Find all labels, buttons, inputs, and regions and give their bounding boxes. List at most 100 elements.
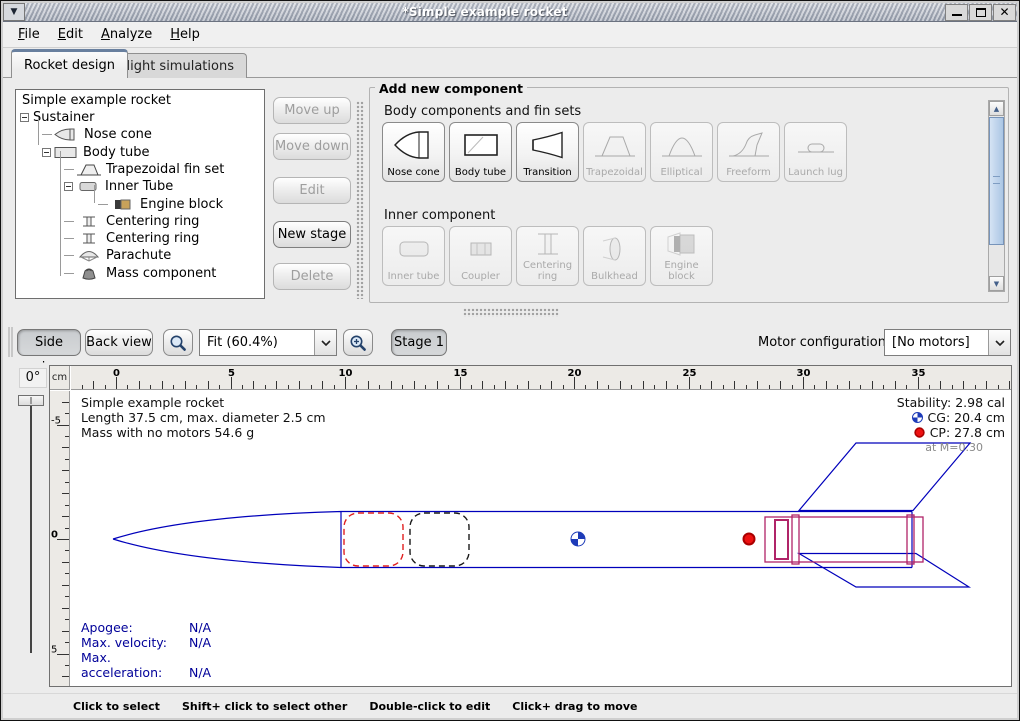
flight-data-row: Apogee:N/A xyxy=(81,620,211,635)
tree-item-parachute[interactable]: Parachute xyxy=(64,247,171,264)
add-engine-block-button[interactable]: Engine block xyxy=(650,226,713,286)
component-button-label: Transition xyxy=(523,168,571,179)
menu-edit[interactable]: Edit xyxy=(49,24,92,45)
horizontal-splitter[interactable] xyxy=(463,308,559,317)
nose-cone-icon xyxy=(392,123,436,168)
zoom-in-button[interactable] xyxy=(343,329,373,356)
svg-text:-5: -5 xyxy=(51,416,61,427)
component-button-label: Engine block xyxy=(664,261,698,282)
tree-item-centering-ring[interactable]: Centering ring xyxy=(64,213,199,230)
collapse-icon[interactable] xyxy=(64,182,73,191)
rotation-slider-track[interactable] xyxy=(30,401,32,653)
vertical-splitter[interactable] xyxy=(356,101,364,299)
mach-condition: at M=0.30 xyxy=(897,440,1005,455)
cp-marker xyxy=(744,534,755,545)
close-button[interactable]: ✕ xyxy=(993,4,1016,21)
edit-button[interactable]: Edit xyxy=(273,177,351,204)
tree-guide-stub xyxy=(64,255,74,256)
component-scrollbar[interactable]: ▲ ▼ xyxy=(988,100,1005,292)
toolbar-grip[interactable] xyxy=(8,327,13,357)
component-button-label: Coupler xyxy=(461,272,500,283)
engineblock-icon xyxy=(110,198,136,211)
tree-item-sustainer[interactable]: Sustainer xyxy=(20,109,95,126)
mass-icon xyxy=(76,267,102,280)
trapezoidal-icon xyxy=(593,123,637,168)
tab-label: Flight simulations xyxy=(119,59,234,74)
tree-item-root[interactable]: Simple example rocket xyxy=(18,92,171,109)
collapse-icon[interactable] xyxy=(20,113,29,122)
mass-component-outline xyxy=(410,513,469,566)
maximize-button[interactable] xyxy=(969,4,992,21)
motor-configuration-combo[interactable]: [No motors] xyxy=(884,329,1011,356)
move-up-button[interactable]: Move up xyxy=(273,97,351,124)
stage-toggle-button[interactable]: Stage 1 xyxy=(391,329,447,356)
tree-guide-stub xyxy=(42,134,52,135)
add-component-panel: ▲ ▼ Body components and fin setsNose con… xyxy=(369,87,1009,303)
tree-item-label: Body tube xyxy=(79,145,150,160)
add-coupler-button[interactable]: Coupler xyxy=(449,226,512,286)
window-title: *Simple example rocket xyxy=(25,3,945,21)
back-view-button[interactable]: Back view xyxy=(85,329,153,356)
rocket-canvas[interactable]: Simple example rocketLength 37.5 cm, max… xyxy=(71,391,1011,686)
component-button-label: Trapezoidal xyxy=(586,168,643,179)
body-tube-icon xyxy=(459,123,503,168)
centering-ring-front xyxy=(792,515,799,564)
menu-analyze[interactable]: Analyze xyxy=(92,24,161,45)
tree-item-inner-tube[interactable]: Inner Tube xyxy=(64,178,173,195)
zoom-combo-arrow[interactable] xyxy=(314,330,336,355)
add-freeform-button[interactable]: Freeform xyxy=(717,122,780,182)
tree-guide-stub xyxy=(98,204,108,205)
bodytube-icon xyxy=(53,146,79,159)
add-trapezoidal-button[interactable]: Trapezoidal xyxy=(583,122,646,182)
status-hint: Click to select xyxy=(73,700,160,713)
zoom-out-button[interactable] xyxy=(163,329,193,356)
tree-item-mass-component[interactable]: Mass component xyxy=(64,265,216,282)
new-stage-button[interactable]: New stage xyxy=(273,221,351,248)
add-launch-lug-button[interactable]: Launch lug xyxy=(784,122,847,182)
svg-text:30: 30 xyxy=(797,368,811,379)
magnifier-icon xyxy=(169,334,187,352)
minimize-button[interactable] xyxy=(945,4,968,21)
delete-button[interactable]: Delete xyxy=(273,263,351,290)
motor-combo-arrow[interactable] xyxy=(988,330,1010,355)
svg-text:15: 15 xyxy=(454,368,468,379)
collapse-icon[interactable] xyxy=(42,148,51,157)
add-nose-cone-button[interactable]: Nose cone xyxy=(382,122,445,182)
tree-item-trapezoidal-fin-set[interactable]: Trapezoidal fin set xyxy=(64,161,224,178)
tree-guide-stub xyxy=(64,273,74,274)
zoom-combo[interactable]: Fit (60.4%) xyxy=(199,329,337,356)
cg-icon xyxy=(912,412,923,423)
tree-item-engine-block[interactable]: Engine block xyxy=(98,196,223,213)
component-button-row: Inner tube Coupler Centering ringBulkhead E… xyxy=(382,226,713,286)
add-transition-button[interactable]: Transition xyxy=(516,122,579,182)
centeringring-icon xyxy=(76,215,102,228)
menu-file[interactable]: File xyxy=(9,24,49,45)
side-view-button[interactable]: Side view xyxy=(17,329,81,356)
tree-item-nose-cone[interactable]: Nose cone xyxy=(42,126,152,143)
add-bulkhead-button[interactable]: Bulkhead xyxy=(583,226,646,286)
scrollbar-thumb[interactable] xyxy=(989,117,1004,245)
rocket-info-line: Length 37.5 cm, max. diameter 2.5 cm xyxy=(81,410,326,425)
centering-ring-icon xyxy=(526,227,570,261)
add-centering-ring-button[interactable]: Centering ring xyxy=(516,226,579,286)
window-menu-button[interactable]: ▼ xyxy=(3,3,25,21)
fin-lower xyxy=(799,554,969,588)
add-inner-tube-button[interactable]: Inner tube xyxy=(382,226,445,286)
svg-text:0: 0 xyxy=(113,368,120,379)
add-elliptical-button[interactable]: Elliptical xyxy=(650,122,713,182)
vertical-ruler: -505 xyxy=(50,391,70,686)
tree-guide-line xyxy=(94,185,95,203)
move-down-button[interactable]: Move down xyxy=(273,133,351,160)
tree-item-centering-ring[interactable]: Centering ring xyxy=(64,230,199,247)
add-body-tube-button[interactable]: Body tube xyxy=(449,122,512,182)
tree-item-body-tube[interactable]: Body tube xyxy=(42,144,150,161)
rotation-slider-handle[interactable] xyxy=(18,395,44,406)
engine-block-outline xyxy=(775,520,788,559)
menu-help[interactable]: Help xyxy=(161,24,209,45)
tree-guide-stub xyxy=(64,169,74,170)
horizontal-ruler: 05101520253035 xyxy=(71,366,1011,390)
scroll-down-icon[interactable]: ▼ xyxy=(989,276,1004,291)
scroll-up-icon[interactable]: ▲ xyxy=(989,101,1004,116)
menubar: FileEditAnalyzeHelp xyxy=(3,22,1017,48)
tab-rocket-design[interactable]: Rocket design xyxy=(11,49,128,78)
